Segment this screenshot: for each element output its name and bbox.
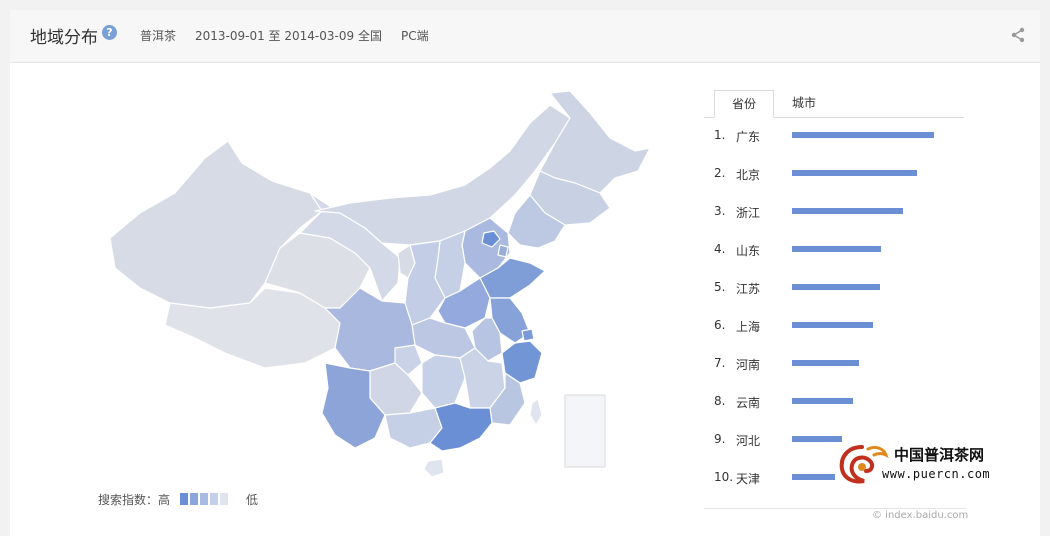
ranking-bar bbox=[792, 474, 835, 480]
ranking-row: 1. 广东 bbox=[710, 126, 970, 146]
ranking-row: 4. 山东 bbox=[710, 240, 970, 260]
header: 地域分布 ? 普洱茶 2013-09-01 至 2014-03-09 全国 PC… bbox=[10, 10, 1040, 63]
rank-number: 4. bbox=[714, 242, 726, 256]
province-name: 广东 bbox=[736, 130, 761, 144]
ranking-bar bbox=[792, 246, 881, 252]
tab-city[interactable]: 城市 bbox=[784, 90, 824, 116]
watermark-url: www.puercn.com bbox=[882, 467, 991, 481]
province-name: 云南 bbox=[736, 396, 761, 410]
source-credit: © index.baidu.com bbox=[872, 510, 969, 521]
province-name: 河南 bbox=[736, 358, 761, 372]
divider bbox=[704, 508, 966, 509]
legend-swatch-4 bbox=[210, 493, 218, 505]
ranking-bar bbox=[792, 284, 880, 290]
legend-label: 搜索指数：高 bbox=[98, 493, 171, 507]
ranking-bar bbox=[792, 170, 917, 176]
page-title: 地域分布 bbox=[30, 28, 98, 48]
ranking-bar bbox=[792, 208, 903, 214]
legend-swatch-3 bbox=[200, 493, 208, 505]
ranking-row: 2. 北京 bbox=[710, 164, 970, 184]
region-selector[interactable]: 全国 bbox=[358, 27, 382, 44]
keyword-label: 普洱茶 bbox=[140, 29, 177, 43]
rank-number: 9. bbox=[714, 432, 726, 446]
region-heilongjiang bbox=[539, 90, 651, 194]
legend-swatch-1 bbox=[180, 493, 188, 505]
legend-low-label: 低 bbox=[246, 493, 259, 507]
province-name: 河北 bbox=[736, 434, 761, 448]
legend-swatch-2 bbox=[190, 493, 198, 505]
ranking-row: 7. 河南 bbox=[710, 354, 970, 374]
region-taiwan bbox=[529, 398, 543, 426]
province-name: 山东 bbox=[736, 244, 761, 258]
ranking-row: 5. 江苏 bbox=[710, 278, 970, 298]
rank-number: 5. bbox=[714, 280, 726, 294]
region-hainan bbox=[423, 458, 445, 478]
china-map bbox=[109, 90, 651, 478]
share-icon[interactable] bbox=[1010, 27, 1026, 43]
rank-number: 1. bbox=[714, 128, 726, 142]
watermark-name: 中国普洱茶网 bbox=[894, 446, 985, 464]
rank-number: 10. bbox=[714, 470, 734, 484]
region-hunan bbox=[421, 354, 466, 409]
ranking-bar bbox=[792, 132, 934, 138]
rank-number: 6. bbox=[714, 318, 726, 332]
legend-swatch-5 bbox=[220, 493, 228, 505]
rank-number: 3. bbox=[714, 204, 726, 218]
province-name: 北京 bbox=[736, 168, 761, 182]
south-china-sea-inset bbox=[564, 394, 606, 468]
tab-province[interactable]: 省份 bbox=[714, 90, 774, 118]
rank-number: 8. bbox=[714, 394, 726, 408]
province-name: 天津 bbox=[736, 472, 761, 486]
watermark: 中国普洱茶网 www.puercn.com bbox=[832, 439, 1032, 491]
platform-selector[interactable]: PC端 bbox=[401, 27, 429, 44]
ranking-bar bbox=[792, 398, 853, 404]
ranking-row: 3. 浙江 bbox=[710, 202, 970, 222]
ranking-bar bbox=[792, 360, 859, 366]
rank-number: 7. bbox=[714, 356, 726, 370]
help-icon[interactable]: ? bbox=[102, 25, 117, 40]
region-shanghai bbox=[521, 328, 535, 342]
province-name: 浙江 bbox=[736, 206, 761, 220]
rank-number: 2. bbox=[714, 166, 726, 180]
region-tianjin bbox=[497, 244, 509, 258]
ranking-tabs: 省份 城市 bbox=[704, 90, 964, 118]
content-panel: 搜索指数：高 低 省份 城市 1. 广东 2. 北京 3. 浙江 4. 山东 5. 江苏 … bbox=[10, 63, 1040, 536]
ranking-bar bbox=[792, 322, 873, 328]
date-range[interactable]: 2013-09-01 至 2014-03-09 bbox=[195, 27, 354, 44]
ranking-row: 8. 云南 bbox=[710, 392, 970, 412]
province-name: 上海 bbox=[736, 320, 761, 334]
province-name: 江苏 bbox=[736, 282, 761, 296]
dragon-logo-icon bbox=[839, 445, 889, 484]
ranking-row: 6. 上海 bbox=[710, 316, 970, 336]
